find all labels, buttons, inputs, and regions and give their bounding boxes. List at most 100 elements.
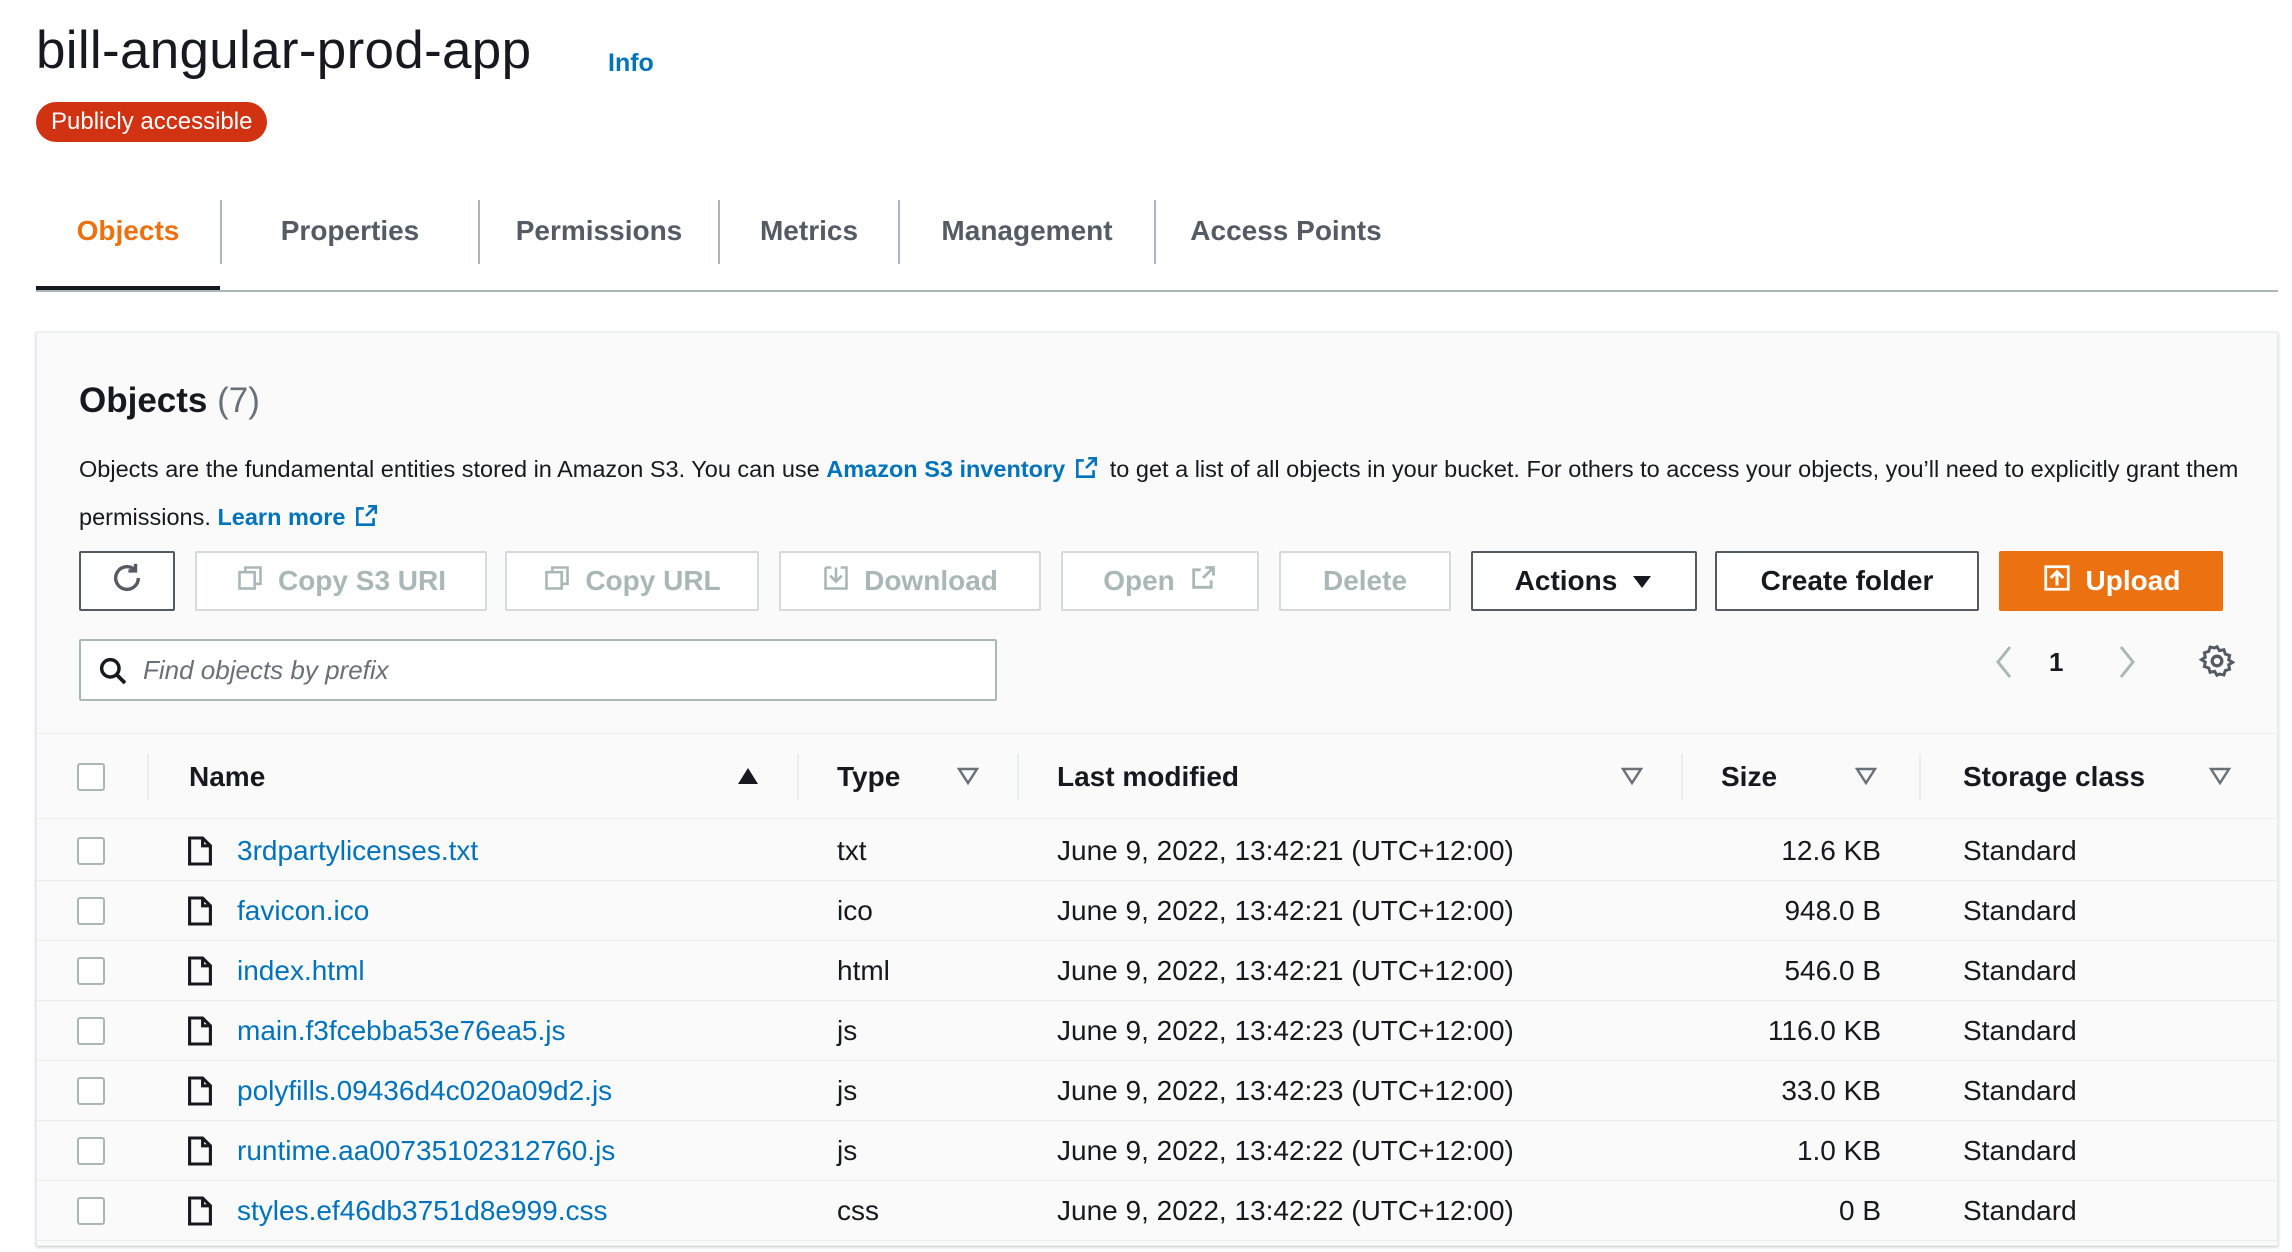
open-button[interactable]: Open bbox=[1061, 551, 1259, 611]
sort-icon[interactable] bbox=[2208, 766, 2232, 791]
object-name-link[interactable]: styles.ef46db3751d8e999.css bbox=[237, 1181, 608, 1241]
sort-icon[interactable] bbox=[956, 766, 980, 791]
tab-management[interactable]: Management bbox=[900, 200, 1154, 290]
file-icon bbox=[187, 1075, 213, 1112]
object-name-link[interactable]: polyfills.09436d4c020a09d2.js bbox=[237, 1061, 612, 1121]
object-name-link[interactable]: main.f3fcebba53e76ea5.js bbox=[237, 1001, 565, 1061]
current-page-number[interactable]: 1 bbox=[2049, 647, 2063, 678]
object-size: 1.0 KB bbox=[1796, 1135, 1881, 1166]
sort-icon[interactable] bbox=[1854, 766, 1878, 791]
column-header-size[interactable]: Size bbox=[1721, 734, 1777, 820]
settings-gear-icon[interactable] bbox=[2198, 643, 2236, 684]
upload-icon bbox=[2042, 563, 2072, 600]
row-checkbox[interactable] bbox=[77, 837, 105, 865]
previous-page-icon[interactable] bbox=[1992, 643, 2016, 686]
create-folder-label: Create folder bbox=[1760, 565, 1934, 596]
sort-icon[interactable] bbox=[1620, 766, 1644, 791]
object-name-link[interactable]: 3rdpartylicenses.txt bbox=[237, 821, 478, 881]
public-access-badge: Publicly accessible bbox=[36, 102, 268, 142]
copy-s3-uri-button[interactable]: Copy S3 URI bbox=[195, 551, 487, 611]
copy-icon bbox=[236, 564, 264, 599]
sort-ascending-icon[interactable] bbox=[737, 766, 759, 791]
active-tab-indicator bbox=[36, 286, 220, 290]
download-icon bbox=[822, 564, 850, 599]
table-header: Name Type Last modified Size Storage cla… bbox=[37, 733, 2277, 819]
open-label: Open bbox=[1103, 565, 1175, 596]
object-storage-class: Standard bbox=[1963, 1075, 2077, 1106]
row-checkbox[interactable] bbox=[77, 1197, 105, 1225]
object-type: js bbox=[837, 1075, 858, 1106]
row-checkbox[interactable] bbox=[77, 957, 105, 985]
table-row[interactable]: runtime.aa00735102312760.js js June 9, 2… bbox=[37, 1121, 2277, 1181]
external-link-icon bbox=[353, 499, 379, 543]
table-row[interactable]: 3rdpartylicenses.txt txt June 9, 2022, 1… bbox=[37, 821, 2277, 881]
object-name-link[interactable]: favicon.ico bbox=[237, 881, 369, 941]
object-storage-class: Standard bbox=[1963, 835, 2077, 866]
object-name-link[interactable]: runtime.aa00735102312760.js bbox=[237, 1121, 615, 1181]
tab-properties[interactable]: Properties bbox=[222, 200, 478, 290]
objects-title: Objects bbox=[79, 381, 208, 420]
tab-objects[interactable]: Objects bbox=[36, 200, 220, 290]
table-row[interactable]: favicon.ico ico June 9, 2022, 13:42:21 (… bbox=[37, 881, 2277, 941]
column-header-storage-class[interactable]: Storage class bbox=[1963, 734, 2145, 820]
select-all-checkbox[interactable] bbox=[77, 763, 105, 791]
search-input[interactable] bbox=[143, 641, 983, 699]
table-row[interactable]: main.f3fcebba53e76ea5.js js June 9, 2022… bbox=[37, 1001, 2277, 1061]
table-row[interactable]: styles.ef46db3751d8e999.css css June 9, … bbox=[37, 1181, 2277, 1241]
info-link[interactable]: Info bbox=[608, 49, 654, 78]
tab-permissions[interactable]: Permissions bbox=[480, 200, 718, 290]
object-size: 33.0 KB bbox=[1781, 1075, 1881, 1106]
row-checkbox[interactable] bbox=[77, 1137, 105, 1165]
objects-count: (7) bbox=[217, 381, 260, 420]
delete-label: Delete bbox=[1322, 565, 1408, 596]
column-header-type[interactable]: Type bbox=[837, 734, 900, 820]
row-checkbox[interactable] bbox=[77, 897, 105, 925]
object-size: 948.0 B bbox=[1784, 895, 1881, 926]
tab-access-points[interactable]: Access Points bbox=[1156, 200, 1416, 290]
column-header-last-modified[interactable]: Last modified bbox=[1057, 734, 1239, 820]
object-name-link[interactable]: index.html bbox=[237, 941, 365, 1001]
object-type: html bbox=[837, 955, 890, 986]
objects-heading: Objects (7) bbox=[79, 381, 260, 421]
column-separator bbox=[147, 754, 149, 800]
s3-inventory-link[interactable]: Amazon S3 inventory bbox=[826, 456, 1065, 482]
object-type: txt bbox=[837, 835, 867, 866]
copy-icon bbox=[543, 564, 571, 599]
object-last-modified: June 9, 2022, 13:42:21 (UTC+12:00) bbox=[1057, 955, 1514, 986]
caret-down-icon bbox=[1631, 565, 1653, 597]
file-icon bbox=[187, 835, 213, 872]
object-size: 546.0 B bbox=[1784, 955, 1881, 986]
row-checkbox[interactable] bbox=[77, 1077, 105, 1105]
table-row[interactable]: index.html html June 9, 2022, 13:42:21 (… bbox=[37, 941, 2277, 1001]
copy-url-button[interactable]: Copy URL bbox=[505, 551, 759, 611]
upload-button[interactable]: Upload bbox=[1999, 551, 2223, 611]
actions-dropdown-button[interactable]: Actions bbox=[1471, 551, 1697, 611]
object-size: 116.0 KB bbox=[1767, 1015, 1881, 1046]
row-checkbox[interactable] bbox=[77, 1017, 105, 1045]
upload-label: Upload bbox=[2085, 565, 2181, 596]
file-icon bbox=[187, 1195, 213, 1232]
refresh-button[interactable] bbox=[79, 551, 175, 611]
table-row[interactable]: polyfills.09436d4c020a09d2.js js June 9,… bbox=[37, 1061, 2277, 1121]
actions-label: Actions bbox=[1514, 565, 1618, 596]
column-separator bbox=[1681, 754, 1683, 800]
object-type: css bbox=[837, 1195, 879, 1226]
objects-panel: Objects (7) Objects are the fundamental … bbox=[36, 332, 2278, 1246]
object-last-modified: June 9, 2022, 13:42:22 (UTC+12:00) bbox=[1057, 1135, 1514, 1166]
download-label: Download bbox=[864, 565, 998, 596]
object-last-modified: June 9, 2022, 13:42:23 (UTC+12:00) bbox=[1057, 1075, 1514, 1106]
delete-button[interactable]: Delete bbox=[1279, 551, 1451, 611]
file-icon bbox=[187, 1135, 213, 1172]
column-separator bbox=[1017, 754, 1019, 800]
download-button[interactable]: Download bbox=[779, 551, 1041, 611]
next-page-icon[interactable] bbox=[2115, 643, 2139, 686]
refresh-icon bbox=[110, 561, 144, 602]
create-folder-button[interactable]: Create folder bbox=[1715, 551, 1979, 611]
column-header-name[interactable]: Name bbox=[189, 734, 265, 820]
tab-metrics[interactable]: Metrics bbox=[720, 200, 898, 290]
file-icon bbox=[187, 1015, 213, 1052]
object-size: 12.6 KB bbox=[1781, 835, 1881, 866]
bucket-title: bill-angular-prod-app bbox=[36, 21, 532, 80]
object-last-modified: June 9, 2022, 13:42:21 (UTC+12:00) bbox=[1057, 835, 1514, 866]
learn-more-link[interactable]: Learn more bbox=[217, 504, 345, 530]
